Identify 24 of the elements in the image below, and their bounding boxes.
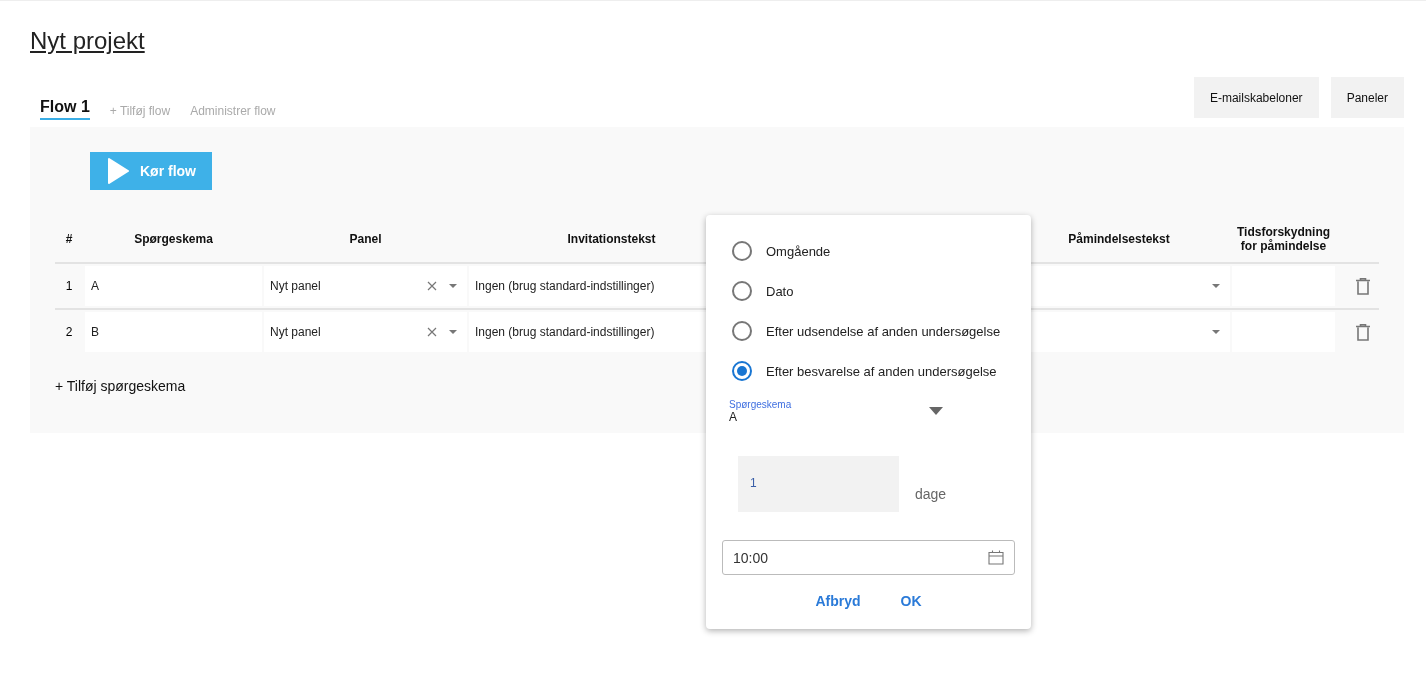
header-button[interactable]: Paneler — [1330, 77, 1404, 118]
days-unit: dage — [915, 486, 947, 504]
dialog-button[interactable]: OK — [900, 593, 922, 609]
questionnaire-dropdown[interactable]: Spørgeskema A — [729, 399, 949, 424]
row-number: 1 — [64, 278, 74, 295]
time-field[interactable]: 10:00 — [722, 540, 1015, 575]
questionnaire-cell[interactable]: A — [85, 266, 262, 306]
panel-select[interactable]: Nyt panel — [264, 266, 467, 306]
header-button[interactable]: E-mailskabeloner — [1193, 77, 1319, 118]
flow-tab[interactable]: Flow 1 — [40, 98, 90, 120]
column-header: Panel — [348, 232, 383, 246]
questionnaire-cell[interactable]: B — [85, 312, 262, 352]
add-questionnaire-link[interactable]: + Tilføj spørgeskema — [55, 378, 186, 394]
radio-option[interactable]: Efter besvarelse af anden undersøgelse — [722, 351, 997, 391]
project-title[interactable]: Nyt projekt — [30, 27, 145, 55]
panel-select[interactable]: Nyt panel — [264, 312, 467, 352]
column-header: Invitationstekst — [566, 232, 657, 246]
column-header: Tidsforskydning for påmindelse — [1235, 225, 1332, 253]
row-number: 2 — [64, 324, 74, 341]
column-header: Spørgeskema — [133, 232, 214, 246]
column-header: # — [64, 232, 74, 246]
column-header: Påmindelsestekst — [1067, 232, 1171, 246]
days-field[interactable]: 1 — [738, 456, 899, 512]
dialog-button[interactable]: Afbryd — [815, 593, 861, 609]
